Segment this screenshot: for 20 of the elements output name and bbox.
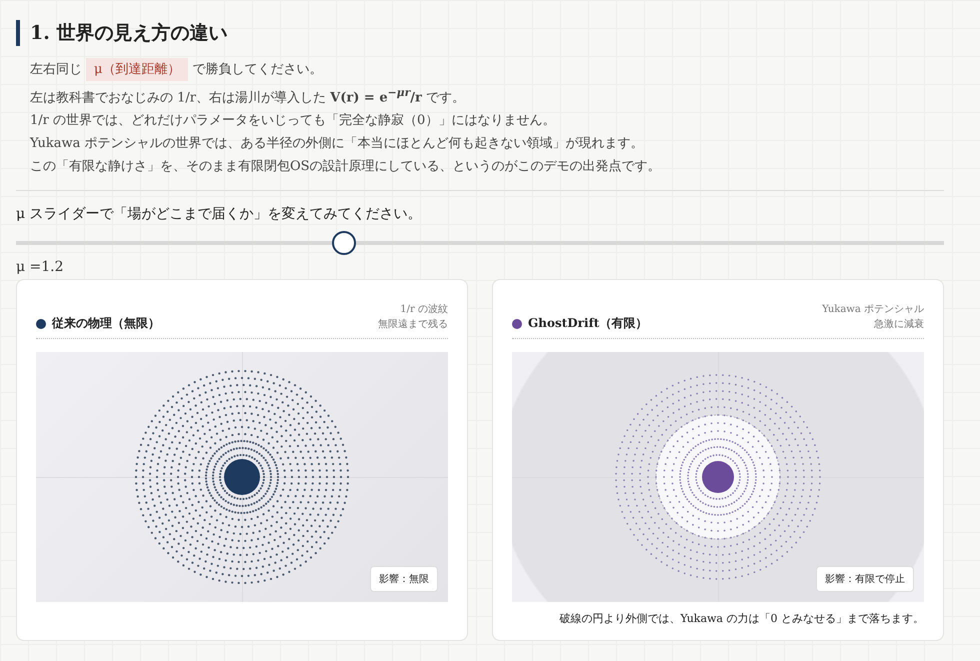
- intro-text: 左は教科書でおなじみの 1/r、右は湯川が導入した V(r) = e$^{−μr}$/r です。: [30, 85, 466, 108]
- card-note: 無限遠まで残る: [378, 318, 448, 332]
- intro-text: で勝負してください。: [192, 61, 322, 79]
- slider-prompt: μ スライダーで「場がどこまで届くか」を変えてみてください。: [16, 205, 423, 224]
- highlight-term: μ（到達距離）: [86, 58, 188, 81]
- section-heading: 1. 世界の見え方の違い: [16, 20, 944, 46]
- slider-thumb[interactable]: [332, 231, 356, 256]
- intro-text: この「有限な静けさ」を、そのまま有限閉包OSの設計原理にしている、というのがこのデモの出発点です。: [30, 158, 661, 176]
- card-note: 1/r の波紋: [399, 302, 448, 318]
- intro-text: Yukawa ポテンシャルの世界では、ある半径の外側に「本当にほとんど何も起きない領域」が現れます。: [30, 135, 644, 154]
- slider-value: μ =1.2: [16, 259, 65, 276]
- intro-text: 左右同じ: [30, 61, 82, 79]
- impact-label: 影響：有限で停止: [816, 566, 914, 592]
- card-caption: 破線の円より外側では、Yukawa の力は「0 とみなせる」まで落ちます。: [558, 611, 924, 626]
- card-note: Yukawa ポテンシャル: [822, 303, 924, 318]
- card-title: GhostDrift（有限）: [528, 315, 648, 332]
- impact-label: 影響：無限: [370, 566, 438, 592]
- card-note: 急激に減衰: [873, 318, 924, 332]
- intro-text: 1/r の世界では、どれだけパラメータをいじっても「完全な静寂（0）」にはなりません。: [30, 112, 556, 130]
- card-title: 従来の物理（無限）: [52, 315, 160, 332]
